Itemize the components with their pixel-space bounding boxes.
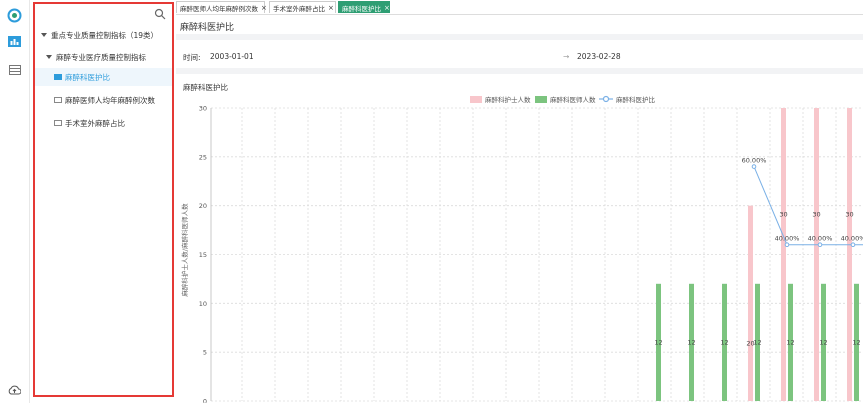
y-tick-label: 25 [199, 153, 207, 161]
date-filter-label: 时间: [183, 53, 201, 62]
tab-anesthesia-doctor-nurse-ratio[interactable]: 麻醉科医护比 × [338, 1, 390, 13]
ratio-point [751, 164, 757, 169]
tab-label: 麻醉医师人均年麻醉例次数 [180, 4, 258, 13]
tab-annual-anesthesia-per-doctor[interactable]: 麻醉医师人均年麻醉例次数 × [176, 1, 267, 13]
tree-item-label: 麻醉专业医疗质量控制指标 [56, 52, 146, 62]
tree-item-label: 手术室外麻醉占比 [65, 118, 125, 128]
date-range-arrow: → [563, 52, 570, 61]
doctor-bar-label: 12 [753, 338, 761, 346]
search-icon[interactable] [154, 8, 166, 20]
ratio-point-label: 40.00% [841, 235, 863, 243]
ratio-point-label: 40.00% [808, 235, 833, 243]
tab-label: 麻醉科医护比 [342, 4, 381, 13]
page-title: 麻醉科医护比 [180, 23, 235, 33]
icon-rail [0, 0, 30, 403]
bar-line-chart: 麻醉科护士人数/麻醉科医师人数 05101520253012 12 12 201230… [180, 105, 863, 403]
ratio-point [850, 242, 856, 248]
table-list-icon[interactable] [7, 62, 22, 77]
start-date-input[interactable]: 2003-01-01 [210, 52, 254, 61]
doctor-bar-label: 12 [786, 338, 794, 346]
indicator-file-icon [54, 74, 62, 80]
ratio-point-label: 60.00% [742, 157, 767, 165]
tab-bar: 麻醉医师人均年麻醉例次数 × 手术室外麻醉占比 × 麻醉科医护比 × [176, 0, 863, 15]
doctor-bar-label: 12 [654, 338, 662, 346]
section-divider [176, 68, 863, 74]
chart-title: 麻醉科医护比 [183, 83, 228, 92]
doctor-bar-label: 12 [852, 338, 860, 346]
y-tick-label: 30 [199, 105, 207, 113]
doctor-bar-label: 12 [819, 338, 827, 346]
nurse-bar-label: 30 [845, 211, 853, 219]
section-divider [176, 34, 863, 40]
close-icon[interactable]: × [384, 4, 390, 12]
nurse-bar [781, 108, 786, 401]
end-date-input[interactable]: 2023-02-28 [577, 52, 621, 61]
tree-item-annual-anesthesia-per-doctor[interactable]: 麻醉医师人均年麻醉例次数 [35, 91, 172, 109]
tab-outside-or-anesthesia-ratio[interactable]: 手术室外麻醉占比 × [269, 1, 336, 13]
ratio-point [817, 242, 823, 248]
ratio-point-label: 40.00% [775, 235, 800, 243]
doctor-bar-label: 12 [687, 338, 695, 346]
doctor-bar-label: 12 [720, 338, 728, 346]
y-tick-label: 15 [199, 251, 207, 259]
tree-item-label: 重点专业质量控制指标（19类） [51, 30, 159, 40]
tree-item-outside-or-anesthesia-ratio[interactable]: 手术室外麻醉占比 [35, 114, 172, 132]
caret-down-icon [41, 33, 47, 37]
tree-item-label: 麻醉科医护比 [65, 72, 110, 82]
dashboard-icon[interactable] [7, 34, 22, 49]
close-icon[interactable]: × [261, 4, 267, 12]
caret-down-icon [46, 55, 52, 59]
y-tick-label: 5 [203, 349, 207, 357]
nurse-bar [748, 205, 753, 401]
y-tick-label: 10 [199, 300, 207, 308]
indicator-file-icon [54, 97, 62, 103]
y-tick-label: 0 [203, 398, 207, 403]
app-logo-icon[interactable] [7, 8, 22, 23]
nurse-bar-label: 30 [812, 211, 820, 219]
tree-group-anesthesia[interactable]: 麻醉专业医疗质量控制指标 [35, 48, 183, 66]
ratio-point [784, 242, 790, 248]
nurse-bar-label: 30 [779, 211, 787, 219]
indicator-tree-panel: 重点专业质量控制指标（19类） 麻醉专业医疗质量控制指标 麻醉科医护比 麻醉医师… [33, 2, 174, 397]
tab-label: 手术室外麻醉占比 [273, 4, 325, 13]
tree-item-label: 麻醉医师人均年麻醉例次数 [65, 95, 155, 105]
cloud-upload-icon[interactable] [7, 382, 22, 397]
tree-group-key-specialty[interactable]: 重点专业质量控制指标（19类） [35, 26, 178, 44]
y-tick-label: 20 [199, 202, 207, 210]
close-icon[interactable]: × [328, 4, 334, 12]
indicator-file-icon [54, 120, 62, 126]
y-axis-label: 麻醉科护士人数/麻醉科医师人数 [180, 203, 189, 297]
tree-item-anesthesia-doctor-nurse-ratio[interactable]: 麻醉科医护比 [35, 68, 172, 86]
nurse-bar [847, 108, 852, 401]
nurse-bar [814, 108, 819, 401]
